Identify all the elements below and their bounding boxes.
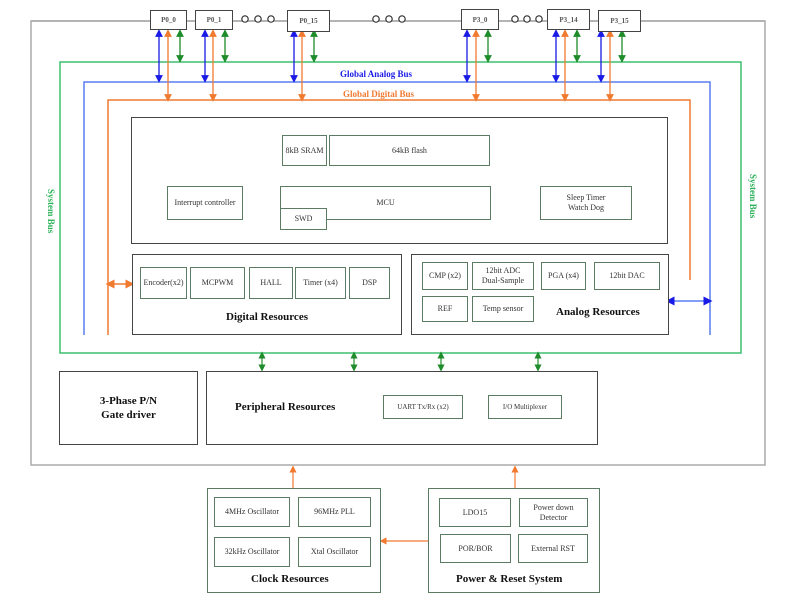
power-reset-title: Power & Reset System	[456, 573, 563, 585]
pin-p0-15: P0_15	[287, 10, 330, 32]
pin-p3-14: P3_14	[547, 9, 590, 30]
gate-driver-line1: 3-Phase P/N	[99, 395, 158, 407]
ellipsis-dot	[523, 15, 531, 23]
hall-label: HALL	[260, 278, 282, 287]
io-multiplexer-label: I/O Multiplexer	[502, 403, 548, 411]
osc-32khz-block: 32kHz Oscillator	[214, 537, 290, 567]
timer-block: Timer (x4)	[295, 267, 346, 299]
global-digital-bus-label: Global Digital Bus	[343, 89, 415, 99]
system-bus-label-right: System Bus	[748, 174, 758, 219]
uart-block: UART Tx/Rx (x2)	[383, 395, 463, 419]
pin-p0-0: P0_0	[150, 10, 187, 30]
pin-label: P0_15	[299, 17, 318, 25]
xtal-oscillator-label: Xtal Oscillator	[310, 547, 359, 556]
dac-label: 12bit DAC	[609, 271, 645, 280]
system-bus-label-left: System Bus	[46, 189, 56, 234]
io-multiplexer-block: I/O Multiplexer	[488, 395, 562, 419]
mcpwm-label: MCPWM	[201, 278, 234, 287]
por-bor-block: POR/BOR	[440, 534, 511, 563]
ellipsis-dot	[511, 15, 519, 23]
ellipsis-dot	[385, 15, 393, 23]
clock-resources-title: Clock Resources	[251, 573, 329, 585]
encoder-block: Encoder(x2)	[140, 267, 187, 299]
pin-p3-15: P3_15	[598, 10, 641, 32]
sram-block: 8kB SRAM	[282, 135, 327, 166]
ellipsis-dot	[535, 15, 543, 23]
temp-sensor-label: Temp sensor	[482, 304, 524, 313]
encoder-label: Encoder(x2)	[143, 278, 184, 287]
cmp-block: CMP (x2)	[422, 262, 468, 290]
pll-96mhz-block: 96MHz PLL	[298, 497, 371, 527]
por-bor-label: POR/BOR	[458, 543, 493, 553]
cmp-label: CMP (x2)	[429, 271, 461, 280]
dsp-block: DSP	[349, 267, 390, 299]
watchdog-label: Watch Dog	[567, 203, 604, 212]
pll-96mhz-label: 96MHz PLL	[314, 507, 355, 516]
digital-resources-title: Digital Resources	[226, 311, 308, 323]
swd-block: SWD	[280, 208, 327, 230]
pin-label: P0_1	[206, 16, 222, 24]
uart-label: UART Tx/Rx (x2)	[397, 403, 449, 411]
ellipsis-dot	[372, 15, 380, 23]
osc-32khz-label: 32kHz Oscillator	[224, 547, 280, 556]
adc-block: 12bit ADC Dual-Sample	[472, 262, 534, 290]
dac-block: 12bit DAC	[594, 262, 660, 290]
swd-label: SWD	[294, 214, 313, 223]
pin-label: P0_0	[161, 16, 176, 24]
sleep-timer-label: Sleep Timer	[566, 193, 606, 202]
pin-label: P3_14	[559, 15, 578, 24]
external-rst-label: External RST	[531, 543, 575, 553]
gate-driver-line2: Gate driver	[101, 409, 156, 421]
ref-block: REF	[422, 296, 468, 322]
ldo15-label: LDO15	[462, 507, 488, 517]
sram-label: 8kB SRAM	[285, 145, 324, 155]
osc-4mhz-label: 4MHz Oscillator	[225, 507, 279, 516]
ref-label: REF	[437, 304, 453, 313]
block-diagram: P0_0 P0_1 P0_15 P3_0 P3_14 P3_15 Global …	[0, 0, 800, 607]
ellipsis-dot	[254, 15, 262, 23]
pga-block: PGA (x4)	[541, 262, 586, 290]
temp-sensor-block: Temp sensor	[472, 296, 534, 322]
interrupt-label: Interrupt controller	[174, 198, 236, 207]
pga-label: PGA (x4)	[548, 271, 579, 280]
peripheral-resources-title: Peripheral Resources	[235, 401, 336, 413]
ellipsis-dot	[398, 15, 406, 23]
power-down-label: Power down	[533, 502, 574, 512]
pin-p3-0: P3_0	[461, 9, 499, 30]
adc-label: 12bit ADC	[485, 266, 521, 275]
gate-driver-block: 3-Phase P/N Gate driver	[59, 371, 198, 445]
pin-label: P3_15	[610, 17, 629, 25]
ellipsis-dot	[241, 15, 249, 23]
global-analog-bus-label: Global Analog Bus	[340, 69, 413, 79]
pin-label: P3_0	[472, 15, 488, 24]
sleep-timer-watchdog-block: Sleep Timer Watch Dog	[540, 186, 632, 220]
analog-resources-title: Analog Resources	[556, 306, 640, 318]
dsp-label: DSP	[362, 278, 377, 287]
flash-block: 64kB flash	[329, 135, 490, 166]
external-rst-block: External RST	[518, 534, 588, 563]
mcpwm-block: MCPWM	[190, 267, 245, 299]
osc-4mhz-block: 4MHz Oscillator	[214, 497, 290, 527]
hall-block: HALL	[249, 267, 293, 299]
timer-label: Timer (x4)	[303, 278, 338, 287]
mcu-label: MCU	[376, 198, 395, 207]
ldo15-block: LDO15	[439, 498, 511, 527]
xtal-oscillator-block: Xtal Oscillator	[298, 537, 371, 567]
flash-label: 64kB flash	[392, 145, 427, 155]
interrupt-controller-block: Interrupt controller	[167, 186, 243, 220]
detector-label: Detector	[539, 512, 568, 522]
pin-p0-1: P0_1	[195, 10, 233, 30]
power-down-detector-block: Power down Detector	[519, 498, 588, 527]
adc-mode-label: Dual-Sample	[481, 276, 525, 285]
ellipsis-dot	[267, 15, 275, 23]
